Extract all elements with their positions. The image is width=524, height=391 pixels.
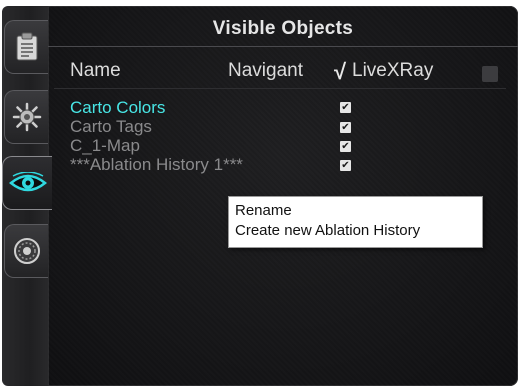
navigant-checkbox-carto-tags[interactable]: ✔ [340,122,351,133]
object-row-carto-colors[interactable]: Carto Colors [70,98,165,118]
navigant-checkbox-ablation-history[interactable]: ✔ [340,160,351,171]
navigant-checkbox-c1-map[interactable]: ✔ [340,141,351,152]
context-menu: Rename Create new Ablation History [228,196,483,248]
tab-visibility[interactable] [2,156,52,210]
column-header-livexray[interactable]: LiveXRay [352,60,433,82]
tab-strip [2,6,52,386]
tab-clipboard[interactable] [4,20,48,74]
menu-item-create-ablation-history[interactable]: Create new Ablation History [235,222,420,240]
panel-title: Visible Objects [212,18,354,39]
object-row-ablation-history[interactable]: ***Ablation History 1*** [70,155,243,175]
app-frame: Visible Objects Name Navigant √ LiveXRay… [0,0,524,391]
eye-icon [8,172,47,194]
gear-wheel-icon [12,102,42,132]
column-header-navigant[interactable]: Navigant [228,60,303,82]
tab-dial[interactable] [4,224,48,278]
menu-item-rename[interactable]: Rename [235,202,292,220]
column-header-name: Name [70,60,121,81]
dial-icon [12,236,42,266]
tab-gear[interactable] [4,90,48,144]
object-row-c1-map[interactable]: C_1-Map [70,136,140,156]
object-row-carto-tags[interactable]: Carto Tags [70,117,152,137]
navigant-checkbox-carto-colors[interactable]: ✔ [340,102,351,113]
title-divider [48,46,518,47]
clipboard-icon [14,32,40,62]
livexray-checkbox[interactable] [482,66,498,82]
livexray-check-icon: √ [334,59,347,84]
header-divider [54,88,506,89]
